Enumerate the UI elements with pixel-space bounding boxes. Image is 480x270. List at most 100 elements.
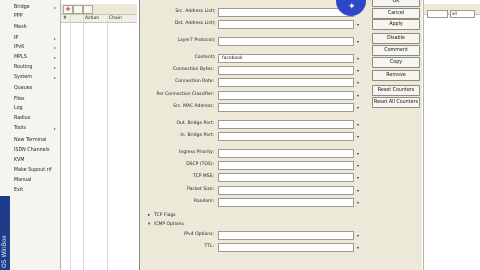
sidebar-item[interactable]: Queues [14, 85, 32, 93]
field-input[interactable]: ▾ [218, 103, 362, 112]
dialog-button[interactable]: Disable [372, 33, 420, 44]
dropdown-arrow-icon[interactable]: ▾ [353, 120, 362, 129]
field-label: Per Connection Classifier: [156, 92, 214, 97]
dialog-button[interactable]: Reset Counters [372, 85, 420, 96]
field-label: Content: [194, 55, 214, 60]
dropdown-arrow-icon[interactable]: ▾ [353, 149, 362, 158]
field-row: Content:! facebook ▾ [140, 54, 368, 63]
field-label: Src. Address List: [175, 9, 214, 14]
field-input[interactable]: ▾ [218, 231, 362, 240]
section-toggle[interactable]: ▾ ICMP Options [148, 221, 184, 229]
dropdown-arrow-icon[interactable]: ▾ [353, 161, 362, 170]
field-input[interactable]: ▾ [218, 186, 362, 195]
dialog-button[interactable]: OK [372, 0, 420, 7]
dropdown-arrow-icon[interactable]: ▾ [353, 186, 362, 195]
sidebar-item[interactable]: IP [14, 35, 18, 43]
column-header-chain[interactable]: Chain [109, 15, 122, 22]
sidebar-item[interactable]: ISDN Channels [14, 147, 49, 155]
invert-toggle[interactable]: ! [213, 55, 215, 62]
field-input[interactable]: !▾ [213, 20, 362, 29]
submenu-arrow-icon: ▸ [54, 65, 57, 70]
submenu-arrow-icon: ▸ [54, 36, 57, 41]
submenu-arrow-icon: ▸ [54, 75, 57, 80]
sidebar-item[interactable]: Mesh [14, 24, 27, 32]
sidebar-item[interactable]: KVM [14, 157, 25, 165]
dropdown-arrow-icon[interactable]: ▾ [353, 20, 362, 29]
rule-dialog: Src. Address List:!▾Dst. Address List:!▾… [139, 0, 369, 270]
dropdown-arrow-icon[interactable]: ▾ [353, 78, 362, 87]
field-input[interactable]: ▾ [218, 91, 362, 100]
dialog-button[interactable]: Cancel [372, 8, 420, 19]
sidebar-item[interactable]: Routing [14, 64, 32, 72]
dialog-button[interactable]: Comment [372, 45, 420, 56]
field-input[interactable]: !▾ [213, 37, 362, 46]
sidebar-item[interactable]: New Terminal [14, 137, 46, 145]
column-divider [107, 15, 108, 270]
dropdown-arrow-icon[interactable]: ▾ [353, 54, 362, 63]
column-header-action[interactable]: Action [85, 15, 99, 22]
dialog-button[interactable]: Apply [372, 19, 420, 30]
section-toggle[interactable]: ▸ TCP Flags [148, 212, 176, 220]
dropdown-arrow-icon[interactable]: ▾ [353, 132, 362, 141]
find-input[interactable] [427, 10, 448, 18]
submenu-arrow-icon: ▸ [54, 5, 57, 10]
sidebar-item[interactable]: Log [14, 105, 23, 113]
sidebar-item[interactable]: Radius [14, 115, 30, 123]
dropdown-arrow-icon[interactable]: ▾ [353, 173, 362, 182]
add-rule-button[interactable]: + [63, 5, 73, 14]
sidebar-item[interactable]: Manual [14, 177, 31, 185]
dialog-button[interactable]: Reset All Counters [372, 97, 420, 108]
field-row: Ingress Priority: ▾ [140, 149, 368, 158]
invert-toggle[interactable]: ! [213, 9, 215, 16]
section-label: ICMP Options [154, 222, 184, 227]
field-row: Out. Bridge Port: ▾ [140, 120, 368, 129]
sidebar-item[interactable]: MPLS [14, 54, 27, 62]
dialog-button[interactable]: Copy [372, 57, 420, 68]
sidebar-item[interactable]: Tools [14, 125, 26, 133]
field-input[interactable]: ▾ [218, 243, 362, 252]
field-input[interactable]: ▾ [218, 66, 362, 75]
rule-list-panel: + # Action Chain [61, 0, 137, 270]
dialog-button[interactable]: Remove [372, 70, 420, 81]
field-row: In. Bridge Port: ▾ [140, 132, 368, 141]
dropdown-arrow-icon[interactable]: ▾ [353, 66, 362, 75]
dropdown-arrow-icon[interactable]: ▾ [353, 231, 362, 240]
remove-rule-button[interactable] [73, 5, 83, 14]
field-row: Src. MAC Address: ▾ [140, 103, 368, 112]
field-label: TCP MSS: [193, 174, 214, 179]
field-row: Per Connection Classifier: ▾ [140, 91, 368, 100]
dropdown-arrow-icon[interactable]: ▾ [353, 37, 362, 46]
dropdown-arrow-icon[interactable]: ▾ [353, 243, 362, 252]
field-row: Dst. Address List:! ▾ [140, 20, 368, 29]
field-label: Dst. Address List: [174, 21, 214, 26]
sidebar-item[interactable]: Make Supout.rif [14, 167, 52, 175]
section-label: TCP Flags [154, 213, 176, 218]
sidebar-item[interactable]: Exit [14, 187, 23, 195]
field-row: Connection Rate: ▾ [140, 78, 368, 87]
field-label: TTL: [204, 244, 214, 249]
field-input[interactable]: ▾ [218, 149, 362, 158]
field-input[interactable]: ▾ [218, 173, 362, 182]
sidebar-item[interactable]: IPv6 [14, 44, 24, 52]
dropdown-arrow-icon[interactable]: ▾ [353, 198, 362, 207]
invert-toggle[interactable]: ! [213, 38, 215, 45]
field-label: Out. Bridge Port: [176, 121, 214, 126]
sidebar-item[interactable]: Bridge [14, 4, 30, 12]
field-input[interactable]: ▾ [218, 161, 362, 170]
dropdown-arrow-icon[interactable]: ▾ [353, 91, 362, 100]
sidebar-item[interactable]: Files [14, 96, 25, 104]
field-input[interactable]: ▾ [218, 198, 362, 207]
field-input[interactable]: ▾ [218, 120, 362, 129]
filter-select[interactable]: all [450, 10, 475, 18]
enable-rule-button[interactable] [83, 5, 93, 14]
field-input[interactable]: ▾ [218, 78, 362, 87]
field-row: Src. Address List:!▾ [140, 8, 368, 17]
field-input[interactable]: ! facebook ▾ [213, 54, 362, 63]
sidebar-item[interactable]: System [14, 74, 32, 82]
dropdown-arrow-icon[interactable]: ▾ [353, 103, 362, 112]
list-toolbar: + [61, 4, 137, 15]
invert-toggle[interactable]: ! [213, 21, 215, 28]
field-input[interactable]: ▾ [218, 132, 362, 141]
sidebar-item[interactable]: PPP [14, 13, 23, 21]
column-header-number[interactable]: # [63, 15, 67, 22]
